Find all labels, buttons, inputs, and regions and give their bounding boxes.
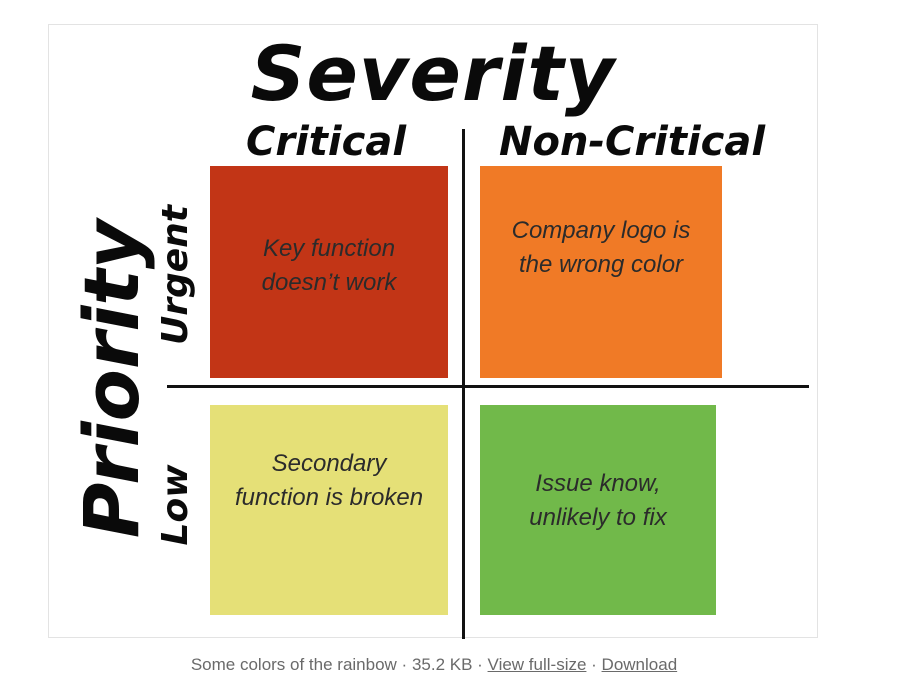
column-header-non-critical: Non-Critical [499, 119, 766, 165]
severity-title: Severity [250, 29, 616, 118]
caption-separator: · [472, 655, 488, 674]
caption-description: Some colors of the rainbow [190, 655, 397, 674]
column-header-critical: Critical [246, 119, 407, 165]
row-header-low-container: Low [151, 405, 201, 605]
quadrant-low-critical: Secondary function is broken [210, 405, 448, 615]
quadrant-text: Company logo is the wrong color [511, 217, 691, 278]
caption-separator: · [586, 655, 602, 674]
row-header-urgent: Urgent [155, 204, 196, 346]
row-header-low: Low [155, 464, 196, 546]
quadrant-low-non-critical: Issue know, unlikely to fix [480, 405, 716, 615]
caption-file-size: 35.2 KB [411, 655, 473, 674]
quadrant-text: Issue know, unlikely to fix [529, 470, 667, 531]
view-full-size-link[interactable]: View full-size [488, 655, 587, 674]
horizontal-divider [167, 385, 809, 388]
quadrant-text: Key function doesn’t work [261, 235, 397, 296]
download-link[interactable]: Download [602, 655, 678, 674]
image-card[interactable]: Severity Critical Non-Critical Priority … [48, 24, 818, 639]
quadrant-urgent-non-critical: Company logo is the wrong color [480, 166, 722, 378]
vertical-divider [462, 129, 465, 639]
quadrant-text: Secondary function is broken [234, 450, 424, 511]
row-header-urgent-container: Urgent [151, 165, 201, 385]
priority-axis-label: Priority [67, 219, 156, 539]
image-caption: Some colors of the rainbow · 35.2 KB · V… [0, 655, 868, 675]
quadrant-urgent-critical: Key function doesn’t work [210, 166, 448, 378]
caption-separator: · [396, 655, 412, 674]
